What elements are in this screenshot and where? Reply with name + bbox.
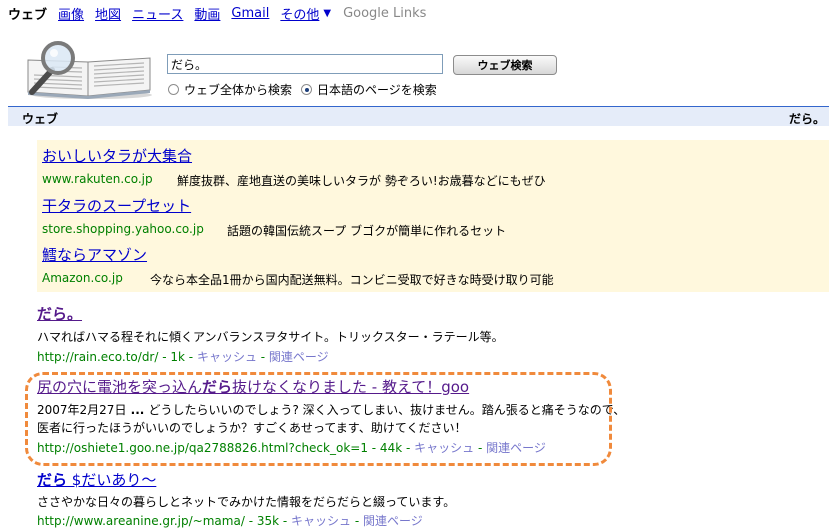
result-meta: http://www.areanine.gr.jp/~mama/ - 35k -… xyxy=(37,512,455,530)
nav-google-links: Google Links xyxy=(343,5,427,21)
ad-item: 鱈ならアマゾン Amazon.co.jp 今なら本全品1冊から国内配送無料。コン… xyxy=(42,244,554,287)
ad-url: Amazon.co.jp xyxy=(42,271,123,285)
search-input[interactable] xyxy=(167,54,443,74)
result-title-part: $だいあり～ xyxy=(67,471,157,489)
result-related-link[interactable]: 関連ページ xyxy=(363,514,423,528)
result-separator: - xyxy=(351,514,363,528)
result-snippet: ささやかな日々の暮らしとネットでみかけた情報をだらだらと綴っています。 xyxy=(37,495,456,509)
ad-url: store.shopping.yahoo.co.jp xyxy=(42,222,204,236)
search-result: だら。 ハマればハマる程それに傾くアンバランスヲタサイト。トリックスター・ラテー… xyxy=(37,305,504,366)
ad-description: 話題の韓国伝統スープ ブゴクが簡単に作れるセット xyxy=(227,224,507,238)
result-cache-link[interactable]: キャッシュ xyxy=(197,350,257,364)
result-meta: http://rain.eco.to/dr/ - 1k - キャッシュ - 関連… xyxy=(37,348,504,366)
dashed-highlight-annotation xyxy=(25,372,612,466)
ad-title-link[interactable]: 干タラのスープセット xyxy=(42,197,191,215)
radio-search-all-web[interactable] xyxy=(168,84,179,95)
nav-maps[interactable]: 地図 xyxy=(95,4,121,23)
search-result: だら $だいあり～ ささやかな日々の暮らしとネットでみかけた情報をだらだらと綴っ… xyxy=(37,471,455,530)
ad-item: 干タラのスープセット store.shopping.yahoo.co.jp 話題… xyxy=(42,195,506,238)
ad-title-link[interactable]: おいしいタラが大集合 xyxy=(42,147,192,165)
nav-video[interactable]: 動画 xyxy=(194,4,220,23)
ad-description: 今なら本全品1冊から国内配送無料。コンビニ受取で好きな時受け取り可能 xyxy=(150,273,554,287)
radio-search-japanese-pages[interactable] xyxy=(301,84,313,95)
nav-news[interactable]: ニュース xyxy=(132,4,183,23)
book-magnifier-logo-icon[interactable] xyxy=(20,40,155,100)
result-separator: - xyxy=(256,350,269,364)
result-snippet: ハマればハマる程それに傾くアンバランスヲタサイト。トリックスター・ラテール等。 xyxy=(37,330,504,344)
search-scope-options: ウェブ全体から検索 日本語のページを検索 xyxy=(168,81,446,98)
ad-item: おいしいタラが大集合 www.rakuten.co.jp 鮮度抜群、産地直送の美… xyxy=(42,145,546,188)
result-title-link[interactable]: だら $だいあり～ xyxy=(37,471,455,489)
result-title-link[interactable]: だら。 xyxy=(37,305,504,323)
nav-more-dropdown-icon[interactable]: ▼ xyxy=(323,8,331,19)
ad-title-link[interactable]: 鱈ならアマゾン xyxy=(42,246,147,264)
result-size: - 35k - xyxy=(244,514,292,528)
nav-images[interactable]: 画像 xyxy=(58,4,84,23)
top-navigation: ウェブ 画像 地図 ニュース 動画 Gmail その他 ▼ Google Lin… xyxy=(8,3,426,23)
results-section-bar: ウェブ だら。 xyxy=(8,106,829,126)
result-cache-link[interactable]: キャッシュ xyxy=(291,514,351,528)
nav-gmail[interactable]: Gmail xyxy=(231,6,269,21)
sponsored-ads-block: おいしいタラが大集合 www.rakuten.co.jp 鮮度抜群、産地直送の美… xyxy=(37,140,829,292)
section-label: ウェブ xyxy=(22,112,59,126)
result-related-link[interactable]: 関連ページ xyxy=(269,350,329,364)
result-size: - 1k - xyxy=(158,350,197,364)
result-url: http://www.areanine.gr.jp/~mama/ xyxy=(37,514,245,528)
ad-description: 鮮度抜群、産地直送の美味しいタラが 勢ぞろい!お歳暮などにもぜひ xyxy=(177,174,546,188)
radio-search-japanese-pages-label[interactable]: 日本語のページを検索 xyxy=(317,81,437,98)
section-query-summary: だら。 xyxy=(788,112,825,126)
web-search-button[interactable]: ウェブ検索 xyxy=(453,55,557,75)
nav-more[interactable]: その他 xyxy=(280,4,319,23)
result-title-highlight: だら xyxy=(37,471,68,489)
radio-search-all-web-label[interactable]: ウェブ全体から検索 xyxy=(184,81,292,98)
nav-web: ウェブ xyxy=(8,7,48,23)
result-url: http://rain.eco.to/dr/ xyxy=(37,350,159,364)
ad-url: www.rakuten.co.jp xyxy=(42,172,153,186)
